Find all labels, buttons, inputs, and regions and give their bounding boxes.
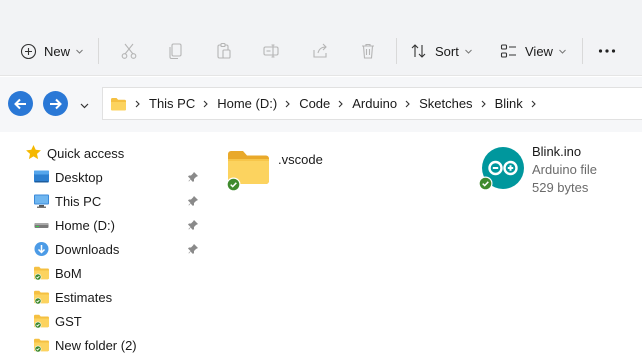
command-bar: New Sort View (0, 0, 642, 76)
breadcrumb-code[interactable]: Code (299, 96, 330, 111)
share-button[interactable] (311, 37, 329, 65)
arrow-right-icon (50, 98, 62, 109)
plus-circle-icon (20, 43, 37, 59)
chevron-right-icon[interactable] (531, 100, 536, 108)
file-name: .vscode (278, 152, 323, 167)
sidebar-item-home-drive[interactable]: Home (D:) (0, 214, 206, 236)
breadcrumb-sketches[interactable]: Sketches (419, 96, 472, 111)
share-icon (313, 43, 327, 58)
rename-button[interactable] (262, 37, 280, 65)
chevron-right-icon[interactable] (405, 100, 410, 108)
more-options-button[interactable] (598, 37, 616, 65)
trash-icon (362, 43, 374, 59)
recent-locations-button[interactable] (80, 97, 89, 112)
folder-icon (34, 266, 49, 281)
delete-button[interactable] (359, 37, 377, 65)
sidebar-item-quick-access[interactable]: Quick access (0, 142, 206, 164)
sidebar-item-label: Home (D:) (55, 218, 115, 233)
sidebar-item-gst[interactable]: GST (0, 310, 206, 332)
sidebar-item-label: Desktop (55, 170, 103, 185)
sidebar-item-label: GST (55, 314, 82, 329)
sort-icon (411, 44, 426, 58)
navigation-pane: Quick access Desktop This PC Home (D:) D… (0, 132, 206, 364)
address-bar[interactable]: This PC Home (D:) Code Arduino Sketches … (102, 87, 642, 120)
sidebar-item-label: Downloads (55, 242, 120, 257)
pin-icon[interactable] (188, 243, 199, 255)
forward-button[interactable] (43, 91, 68, 116)
chevron-down-icon (80, 103, 89, 109)
sync-ok-icon (226, 177, 241, 192)
view-button-label: View (525, 43, 553, 59)
cut-button[interactable] (120, 37, 138, 65)
chevron-right-icon[interactable] (285, 100, 290, 108)
scissors-icon (121, 43, 137, 59)
sidebar-item-estimates[interactable]: Estimates (0, 286, 206, 308)
back-button[interactable] (8, 91, 33, 116)
rename-icon (263, 44, 279, 58)
chevron-right-icon (135, 100, 140, 108)
file-size: 529 bytes (532, 180, 589, 195)
breadcrumb-blink[interactable]: Blink (495, 96, 523, 111)
sidebar-item-label: Estimates (55, 290, 113, 305)
sidebar-item-bom[interactable]: BoM (0, 262, 206, 284)
copy-icon (169, 43, 182, 60)
sidebar-item-this-pc[interactable]: This PC (0, 190, 206, 212)
chevron-down-icon (76, 49, 83, 54)
folder-icon (34, 290, 49, 305)
file-item-blink-ino[interactable]: Blink.ino Arduino file 529 bytes (478, 142, 638, 198)
sync-ok-icon (478, 176, 493, 191)
paste-button[interactable] (215, 37, 233, 65)
file-item-vscode[interactable]: .vscode (226, 146, 336, 194)
view-button[interactable]: View (500, 37, 566, 65)
chevron-down-icon (559, 49, 566, 54)
sidebar-item-label: New folder (2) (55, 338, 137, 353)
sidebar-item-desktop[interactable]: Desktop (0, 166, 206, 188)
sort-button-label: Sort (435, 43, 459, 59)
star-icon (26, 145, 41, 160)
arrow-left-icon (14, 98, 26, 109)
sidebar-item-new-folder-2[interactable]: New folder (2) (0, 334, 206, 356)
pin-icon[interactable] (188, 195, 199, 207)
folder-icon (34, 338, 49, 353)
toolbar-divider (396, 38, 397, 64)
desktop-icon (34, 170, 49, 183)
copy-button[interactable] (167, 37, 185, 65)
chevron-right-icon[interactable] (338, 100, 344, 108)
file-type: Arduino file (532, 162, 598, 177)
sidebar-item-label: Quick access (47, 146, 125, 161)
new-button[interactable]: New (20, 37, 83, 65)
sidebar-item-downloads[interactable]: Downloads (0, 238, 206, 260)
more-icon (598, 49, 616, 53)
download-icon (34, 242, 49, 256)
breadcrumb-this-pc[interactable]: This PC (149, 96, 195, 111)
sidebar-item-label: This PC (55, 194, 102, 209)
folder-icon (34, 314, 49, 329)
chevron-down-icon (464, 49, 472, 54)
pin-icon[interactable] (188, 219, 199, 231)
file-list: .vscode Blink.ino Arduino file 529 bytes (206, 132, 642, 364)
computer-icon (34, 194, 49, 208)
breadcrumb-home-drive[interactable]: Home (D:) (217, 96, 277, 111)
toolbar-divider (98, 38, 99, 64)
chevron-right-icon[interactable] (203, 100, 209, 108)
breadcrumb: This PC Home (D:) Code Arduino Sketches … (135, 96, 545, 111)
file-name: Blink.ino (532, 144, 582, 159)
toolbar-divider (582, 38, 583, 64)
breadcrumb-arduino[interactable]: Arduino (352, 96, 397, 111)
paste-icon (217, 42, 231, 59)
sort-button[interactable]: Sort (410, 37, 472, 65)
sidebar-item-label: BoM (55, 266, 82, 281)
pin-icon[interactable] (188, 171, 199, 183)
folder-icon (111, 97, 126, 110)
new-button-label: New (44, 43, 71, 59)
drive-icon (34, 223, 49, 228)
chevron-right-icon[interactable] (481, 100, 486, 108)
view-list-icon (500, 44, 516, 58)
